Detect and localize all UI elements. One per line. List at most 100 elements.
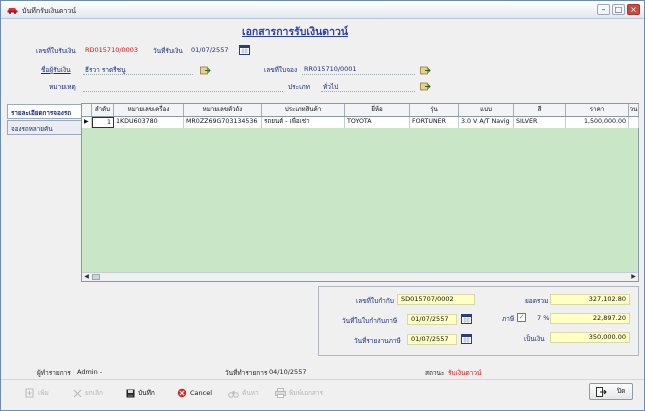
cell-variant[interactable]: 3.0 V A/T Navig — [459, 117, 514, 128]
col-header-seq[interactable]: ลำดับ — [92, 104, 114, 116]
save-button[interactable]: บันทึก — [126, 387, 155, 399]
close-label: ปิด — [617, 387, 626, 395]
total-label: เป็นเงิน — [524, 335, 545, 343]
subtotal-field[interactable]: 327,102.80 — [550, 294, 630, 305]
col-header-brand[interactable]: ยี่ห้อ — [345, 104, 410, 116]
invoice-date-calendar-icon[interactable] — [461, 314, 472, 324]
cross-icon — [73, 389, 82, 397]
title-bar: บันทึกรับเงินดาวน์ – □ × — [1, 1, 644, 19]
booking-no-label: เลขที่ใบจอง — [264, 66, 298, 74]
cancel-circle-icon — [177, 388, 187, 398]
add-button-label: เพิ่ม — [38, 389, 49, 397]
save-label: บันทึก — [138, 389, 155, 397]
maximize-button[interactable]: □ — [612, 4, 625, 15]
booking-no-value: RR015710/0001 — [304, 65, 357, 73]
op-date-value: 04/10/2557 — [269, 368, 307, 376]
print-label: พิมพ์เอกสาร — [289, 389, 324, 397]
cell-seq[interactable]: 1 — [92, 117, 114, 128]
report-date-calendar-icon[interactable] — [461, 334, 472, 344]
horizontal-scrollbar[interactable]: ◀ ▶ — [82, 272, 638, 281]
binoculars-icon — [228, 390, 239, 398]
remark-field[interactable] — [83, 91, 283, 92]
cancel-label: Cancel — [190, 389, 213, 397]
side-tabs: รายละเอียดการจองรถ จองรถหลายคัน — [7, 104, 82, 136]
floppy-disk-icon — [126, 389, 135, 397]
grid-header: ลำดับ หมายเลขเครื่อง หมายเลขตัวถัง ประเภ… — [82, 104, 639, 117]
col-header-chassis[interactable]: หมายเลขตัวถัง — [184, 104, 262, 116]
window-title: บันทึกรับเงินดาวน์ — [22, 7, 77, 15]
col-header-price[interactable]: ราคา — [566, 104, 629, 116]
total-field[interactable]: 350,000.00 — [550, 332, 630, 343]
table-row[interactable]: ▶ 1 1KDU603780 MR0ZZ69G703134536 รถยนต์ … — [82, 117, 639, 128]
report-date-field[interactable]: 01/07/2557 — [407, 334, 457, 345]
search-button[interactable]: ค้นหา — [228, 387, 259, 399]
cell-model[interactable]: FORTUNER — [410, 117, 459, 128]
minimize-button[interactable]: – — [597, 4, 610, 15]
close-button[interactable]: ปิด — [589, 383, 633, 400]
calendar-icon[interactable] — [239, 45, 250, 55]
invoice-no-field[interactable]: SD015707/0002 — [397, 294, 475, 305]
type-label: ประเภท — [288, 83, 310, 91]
row-pointer-icon: ▶ — [82, 117, 92, 128]
cell-brand[interactable]: TOYOTA — [345, 117, 410, 128]
col-header-model[interactable]: รุ่น — [410, 104, 459, 116]
receipt-no-value: RD015710/0003 — [85, 46, 139, 54]
cancel-doc-button[interactable]: ยกเลิก — [73, 387, 103, 399]
lookup-type-icon[interactable] — [420, 82, 431, 91]
row-indicator-header — [82, 104, 92, 116]
scroll-right-icon[interactable]: ▶ — [629, 273, 638, 281]
scroll-thumb[interactable] — [92, 274, 100, 280]
receiver-underline — [83, 74, 193, 75]
cancel-doc-label: ยกเลิก — [85, 389, 103, 397]
type-underline — [321, 91, 415, 92]
invoice-no-label: เลขที่ใบกำกับ — [356, 297, 394, 305]
operator-value: Admin - — [77, 368, 103, 376]
state-value: รับเงินดาวน์ — [448, 369, 482, 377]
bottom-toolbar: เพิ่ม ยกเลิก บันทึก Cancel ค้นหา พิมพ์เอ… — [1, 379, 644, 407]
cell-color[interactable]: SILVER — [514, 117, 566, 128]
summary-panel: เลขที่ใบกำกับ SD015707/0002 วันที่ในใบกำ… — [318, 286, 639, 356]
cell-extra[interactable] — [629, 117, 639, 128]
op-date-label: วันที่ทำรายการ — [225, 369, 268, 377]
cell-product-type[interactable]: รถยนต์ - เพื่อเช่า — [262, 117, 345, 128]
document-title: เอกสารการรับเงินดาวน์ — [242, 26, 349, 38]
add-button[interactable]: เพิ่ม — [25, 387, 49, 399]
app-car-icon — [7, 8, 18, 14]
search-label: ค้นหา — [242, 389, 259, 397]
cell-chassis[interactable]: MR0ZZ69G703134536 — [184, 117, 262, 128]
tab-booking-detail[interactable]: รายละเอียดการจองรถ — [7, 104, 82, 119]
col-header-engine[interactable]: หมายเลขเครื่อง — [114, 104, 184, 116]
printer-icon — [275, 388, 286, 398]
col-header-color[interactable]: สี — [514, 104, 566, 116]
main-window: บันทึกรับเงินดาวน์ – □ × เอกสารการรับเงิ… — [0, 0, 645, 411]
invoice-date-label: วันที่ในใบกำกับภาษี — [342, 317, 398, 325]
col-header-variant[interactable]: แบบ — [459, 104, 514, 116]
print-button[interactable]: พิมพ์เอกสาร — [275, 387, 323, 399]
close-window-button[interactable]: × — [627, 4, 640, 15]
lookup-receiver-icon[interactable] — [200, 66, 211, 75]
scroll-left-icon[interactable]: ◀ — [82, 273, 91, 281]
report-date-label: วันที่รายงานภาษี — [354, 337, 401, 345]
receiver-label[interactable]: ชื่อผู้รับเงิน — [41, 65, 71, 75]
vat-amount-field[interactable]: 22,897.20 — [550, 313, 630, 324]
receipt-date-label: วันที่รับเงิน — [153, 47, 183, 55]
cell-price[interactable]: 1,500,000.00 — [566, 117, 629, 128]
add-doc-icon — [25, 388, 34, 398]
state-label: สถานะ — [425, 369, 445, 377]
col-header-extra[interactable]: วน — [629, 104, 639, 116]
vat-checkbox[interactable]: ✓ — [517, 313, 526, 322]
exit-door-icon — [596, 387, 607, 397]
cell-engine[interactable]: 1KDU603780 — [114, 117, 184, 128]
vat-label: ภาษี — [502, 315, 515, 323]
operator-label: ผู้ทำรายการ — [37, 369, 71, 377]
receipt-date-value: 01/07/2557 — [191, 46, 229, 54]
col-header-product-type[interactable]: ประเภทสินค้า — [262, 104, 345, 116]
booking-underline — [302, 74, 415, 75]
invoice-date-field[interactable]: 01/07/2557 — [407, 314, 457, 325]
lookup-booking-icon[interactable] — [420, 66, 431, 75]
subtotal-label: ยอดรวม — [525, 297, 549, 305]
booking-grid: ลำดับ หมายเลขเครื่อง หมายเลขตัวถัง ประเภ… — [81, 103, 639, 282]
vat-rate: 7 % — [537, 314, 550, 322]
cancel-button[interactable]: Cancel — [177, 387, 212, 399]
tab-multi-booking[interactable]: จองรถหลายคัน — [7, 120, 82, 135]
